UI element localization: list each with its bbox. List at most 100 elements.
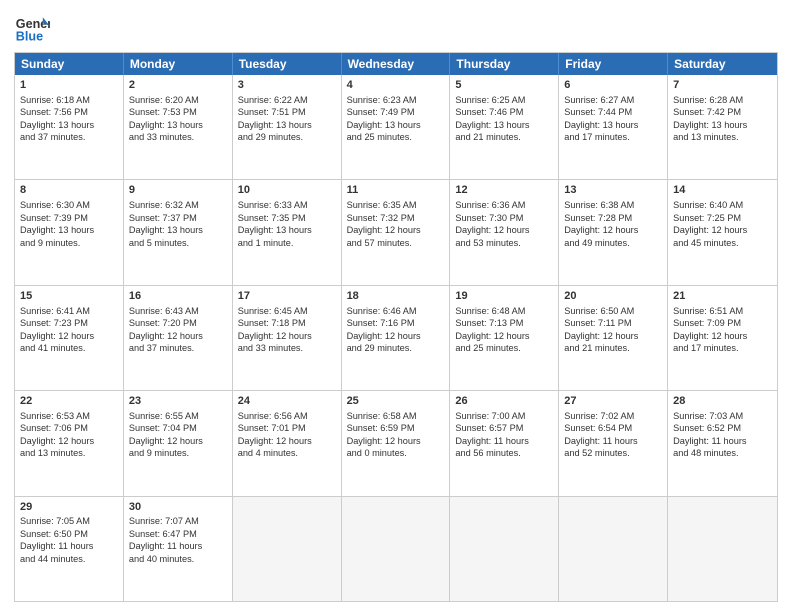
day-info-line: Daylight: 13 hours: [238, 224, 336, 236]
day-info-line: Daylight: 13 hours: [347, 119, 445, 131]
day-info-line: Sunset: 7:04 PM: [129, 422, 227, 434]
day-info-line: Sunset: 7:56 PM: [20, 106, 118, 118]
day-info-line: Sunrise: 6:35 AM: [347, 199, 445, 211]
calendar-cell: 16Sunrise: 6:43 AMSunset: 7:20 PMDayligh…: [124, 286, 233, 390]
day-info-line: Sunset: 7:44 PM: [564, 106, 662, 118]
day-info-line: Sunrise: 7:05 AM: [20, 515, 118, 527]
day-info-line: Sunrise: 6:28 AM: [673, 94, 772, 106]
calendar: SundayMondayTuesdayWednesdayThursdayFrid…: [14, 52, 778, 602]
day-number: 11: [347, 183, 445, 198]
day-info-line: Sunset: 7:32 PM: [347, 212, 445, 224]
calendar-row-2: 15Sunrise: 6:41 AMSunset: 7:23 PMDayligh…: [15, 285, 777, 390]
day-info-line: Sunset: 7:20 PM: [129, 317, 227, 329]
day-info-line: Daylight: 12 hours: [238, 330, 336, 342]
day-info-line: and 45 minutes.: [673, 237, 772, 249]
day-info-line: Sunset: 7:53 PM: [129, 106, 227, 118]
day-number: 22: [20, 394, 118, 409]
day-info-line: and 41 minutes.: [20, 342, 118, 354]
calendar-row-0: 1Sunrise: 6:18 AMSunset: 7:56 PMDaylight…: [15, 75, 777, 179]
day-info-line: Sunrise: 6:43 AM: [129, 305, 227, 317]
day-info-line: and 37 minutes.: [20, 131, 118, 143]
day-info-line: and 37 minutes.: [129, 342, 227, 354]
calendar-cell: 30Sunrise: 7:07 AMSunset: 6:47 PMDayligh…: [124, 497, 233, 601]
day-info-line: Daylight: 12 hours: [564, 330, 662, 342]
day-info-line: and 13 minutes.: [20, 447, 118, 459]
day-number: 20: [564, 289, 662, 304]
day-info-line: Sunrise: 7:07 AM: [129, 515, 227, 527]
calendar-cell: 27Sunrise: 7:02 AMSunset: 6:54 PMDayligh…: [559, 391, 668, 495]
calendar-cell: 14Sunrise: 6:40 AMSunset: 7:25 PMDayligh…: [668, 180, 777, 284]
logo: General Blue: [14, 10, 54, 46]
day-info-line: Daylight: 12 hours: [20, 435, 118, 447]
day-info-line: and 21 minutes.: [564, 342, 662, 354]
calendar-cell: 26Sunrise: 7:00 AMSunset: 6:57 PMDayligh…: [450, 391, 559, 495]
calendar-cell: 23Sunrise: 6:55 AMSunset: 7:04 PMDayligh…: [124, 391, 233, 495]
day-info-line: and 29 minutes.: [238, 131, 336, 143]
day-number: 17: [238, 289, 336, 304]
day-info-line: Sunset: 7:30 PM: [455, 212, 553, 224]
day-info-line: Daylight: 12 hours: [347, 224, 445, 236]
header-day-thursday: Thursday: [450, 53, 559, 75]
header-day-saturday: Saturday: [668, 53, 777, 75]
day-info-line: Daylight: 11 hours: [673, 435, 772, 447]
day-info-line: Sunset: 7:25 PM: [673, 212, 772, 224]
calendar-cell: 12Sunrise: 6:36 AMSunset: 7:30 PMDayligh…: [450, 180, 559, 284]
day-number: 6: [564, 78, 662, 93]
day-info-line: Sunrise: 7:02 AM: [564, 410, 662, 422]
day-info-line: Sunset: 7:06 PM: [20, 422, 118, 434]
day-info-line: Daylight: 12 hours: [238, 435, 336, 447]
day-info-line: Daylight: 13 hours: [129, 119, 227, 131]
day-info-line: Daylight: 12 hours: [455, 224, 553, 236]
calendar-cell: 11Sunrise: 6:35 AMSunset: 7:32 PMDayligh…: [342, 180, 451, 284]
day-info-line: Sunrise: 6:32 AM: [129, 199, 227, 211]
day-info-line: and 56 minutes.: [455, 447, 553, 459]
day-info-line: and 1 minute.: [238, 237, 336, 249]
day-info-line: Sunset: 7:16 PM: [347, 317, 445, 329]
day-info-line: Sunrise: 6:55 AM: [129, 410, 227, 422]
day-info-line: Sunset: 6:52 PM: [673, 422, 772, 434]
day-info-line: Daylight: 13 hours: [20, 224, 118, 236]
day-info-line: Daylight: 13 hours: [129, 224, 227, 236]
calendar-cell: 8Sunrise: 6:30 AMSunset: 7:39 PMDaylight…: [15, 180, 124, 284]
day-info-line: Sunrise: 6:50 AM: [564, 305, 662, 317]
day-number: 15: [20, 289, 118, 304]
day-info-line: Sunset: 7:28 PM: [564, 212, 662, 224]
day-info-line: and 25 minutes.: [347, 131, 445, 143]
day-info-line: Sunrise: 6:56 AM: [238, 410, 336, 422]
calendar-cell: 3Sunrise: 6:22 AMSunset: 7:51 PMDaylight…: [233, 75, 342, 179]
header-day-wednesday: Wednesday: [342, 53, 451, 75]
calendar-row-4: 29Sunrise: 7:05 AMSunset: 6:50 PMDayligh…: [15, 496, 777, 601]
day-info-line: Sunset: 7:23 PM: [20, 317, 118, 329]
calendar-cell: 22Sunrise: 6:53 AMSunset: 7:06 PMDayligh…: [15, 391, 124, 495]
day-info-line: Daylight: 12 hours: [673, 330, 772, 342]
day-info-line: Sunrise: 6:46 AM: [347, 305, 445, 317]
calendar-cell: 7Sunrise: 6:28 AMSunset: 7:42 PMDaylight…: [668, 75, 777, 179]
day-info-line: Sunrise: 7:03 AM: [673, 410, 772, 422]
day-info-line: Daylight: 13 hours: [455, 119, 553, 131]
day-info-line: and 52 minutes.: [564, 447, 662, 459]
calendar-row-1: 8Sunrise: 6:30 AMSunset: 7:39 PMDaylight…: [15, 179, 777, 284]
day-number: 21: [673, 289, 772, 304]
day-number: 8: [20, 183, 118, 198]
logo-icon: General Blue: [14, 10, 50, 46]
day-number: 4: [347, 78, 445, 93]
day-info-line: Sunrise: 6:45 AM: [238, 305, 336, 317]
day-info-line: and 57 minutes.: [347, 237, 445, 249]
calendar-cell: 28Sunrise: 7:03 AMSunset: 6:52 PMDayligh…: [668, 391, 777, 495]
day-number: 3: [238, 78, 336, 93]
day-info-line: and 17 minutes.: [564, 131, 662, 143]
day-info-line: and 49 minutes.: [564, 237, 662, 249]
day-info-line: Sunrise: 6:53 AM: [20, 410, 118, 422]
day-info-line: Sunrise: 6:22 AM: [238, 94, 336, 106]
day-info-line: and 0 minutes.: [347, 447, 445, 459]
day-number: 1: [20, 78, 118, 93]
day-number: 2: [129, 78, 227, 93]
day-number: 7: [673, 78, 772, 93]
calendar-cell: 19Sunrise: 6:48 AMSunset: 7:13 PMDayligh…: [450, 286, 559, 390]
page: General Blue SundayMondayTuesdayWednesda…: [0, 0, 792, 612]
header-day-sunday: Sunday: [15, 53, 124, 75]
day-number: 12: [455, 183, 553, 198]
day-info-line: and 5 minutes.: [129, 237, 227, 249]
calendar-cell: 9Sunrise: 6:32 AMSunset: 7:37 PMDaylight…: [124, 180, 233, 284]
day-info-line: Sunset: 7:46 PM: [455, 106, 553, 118]
